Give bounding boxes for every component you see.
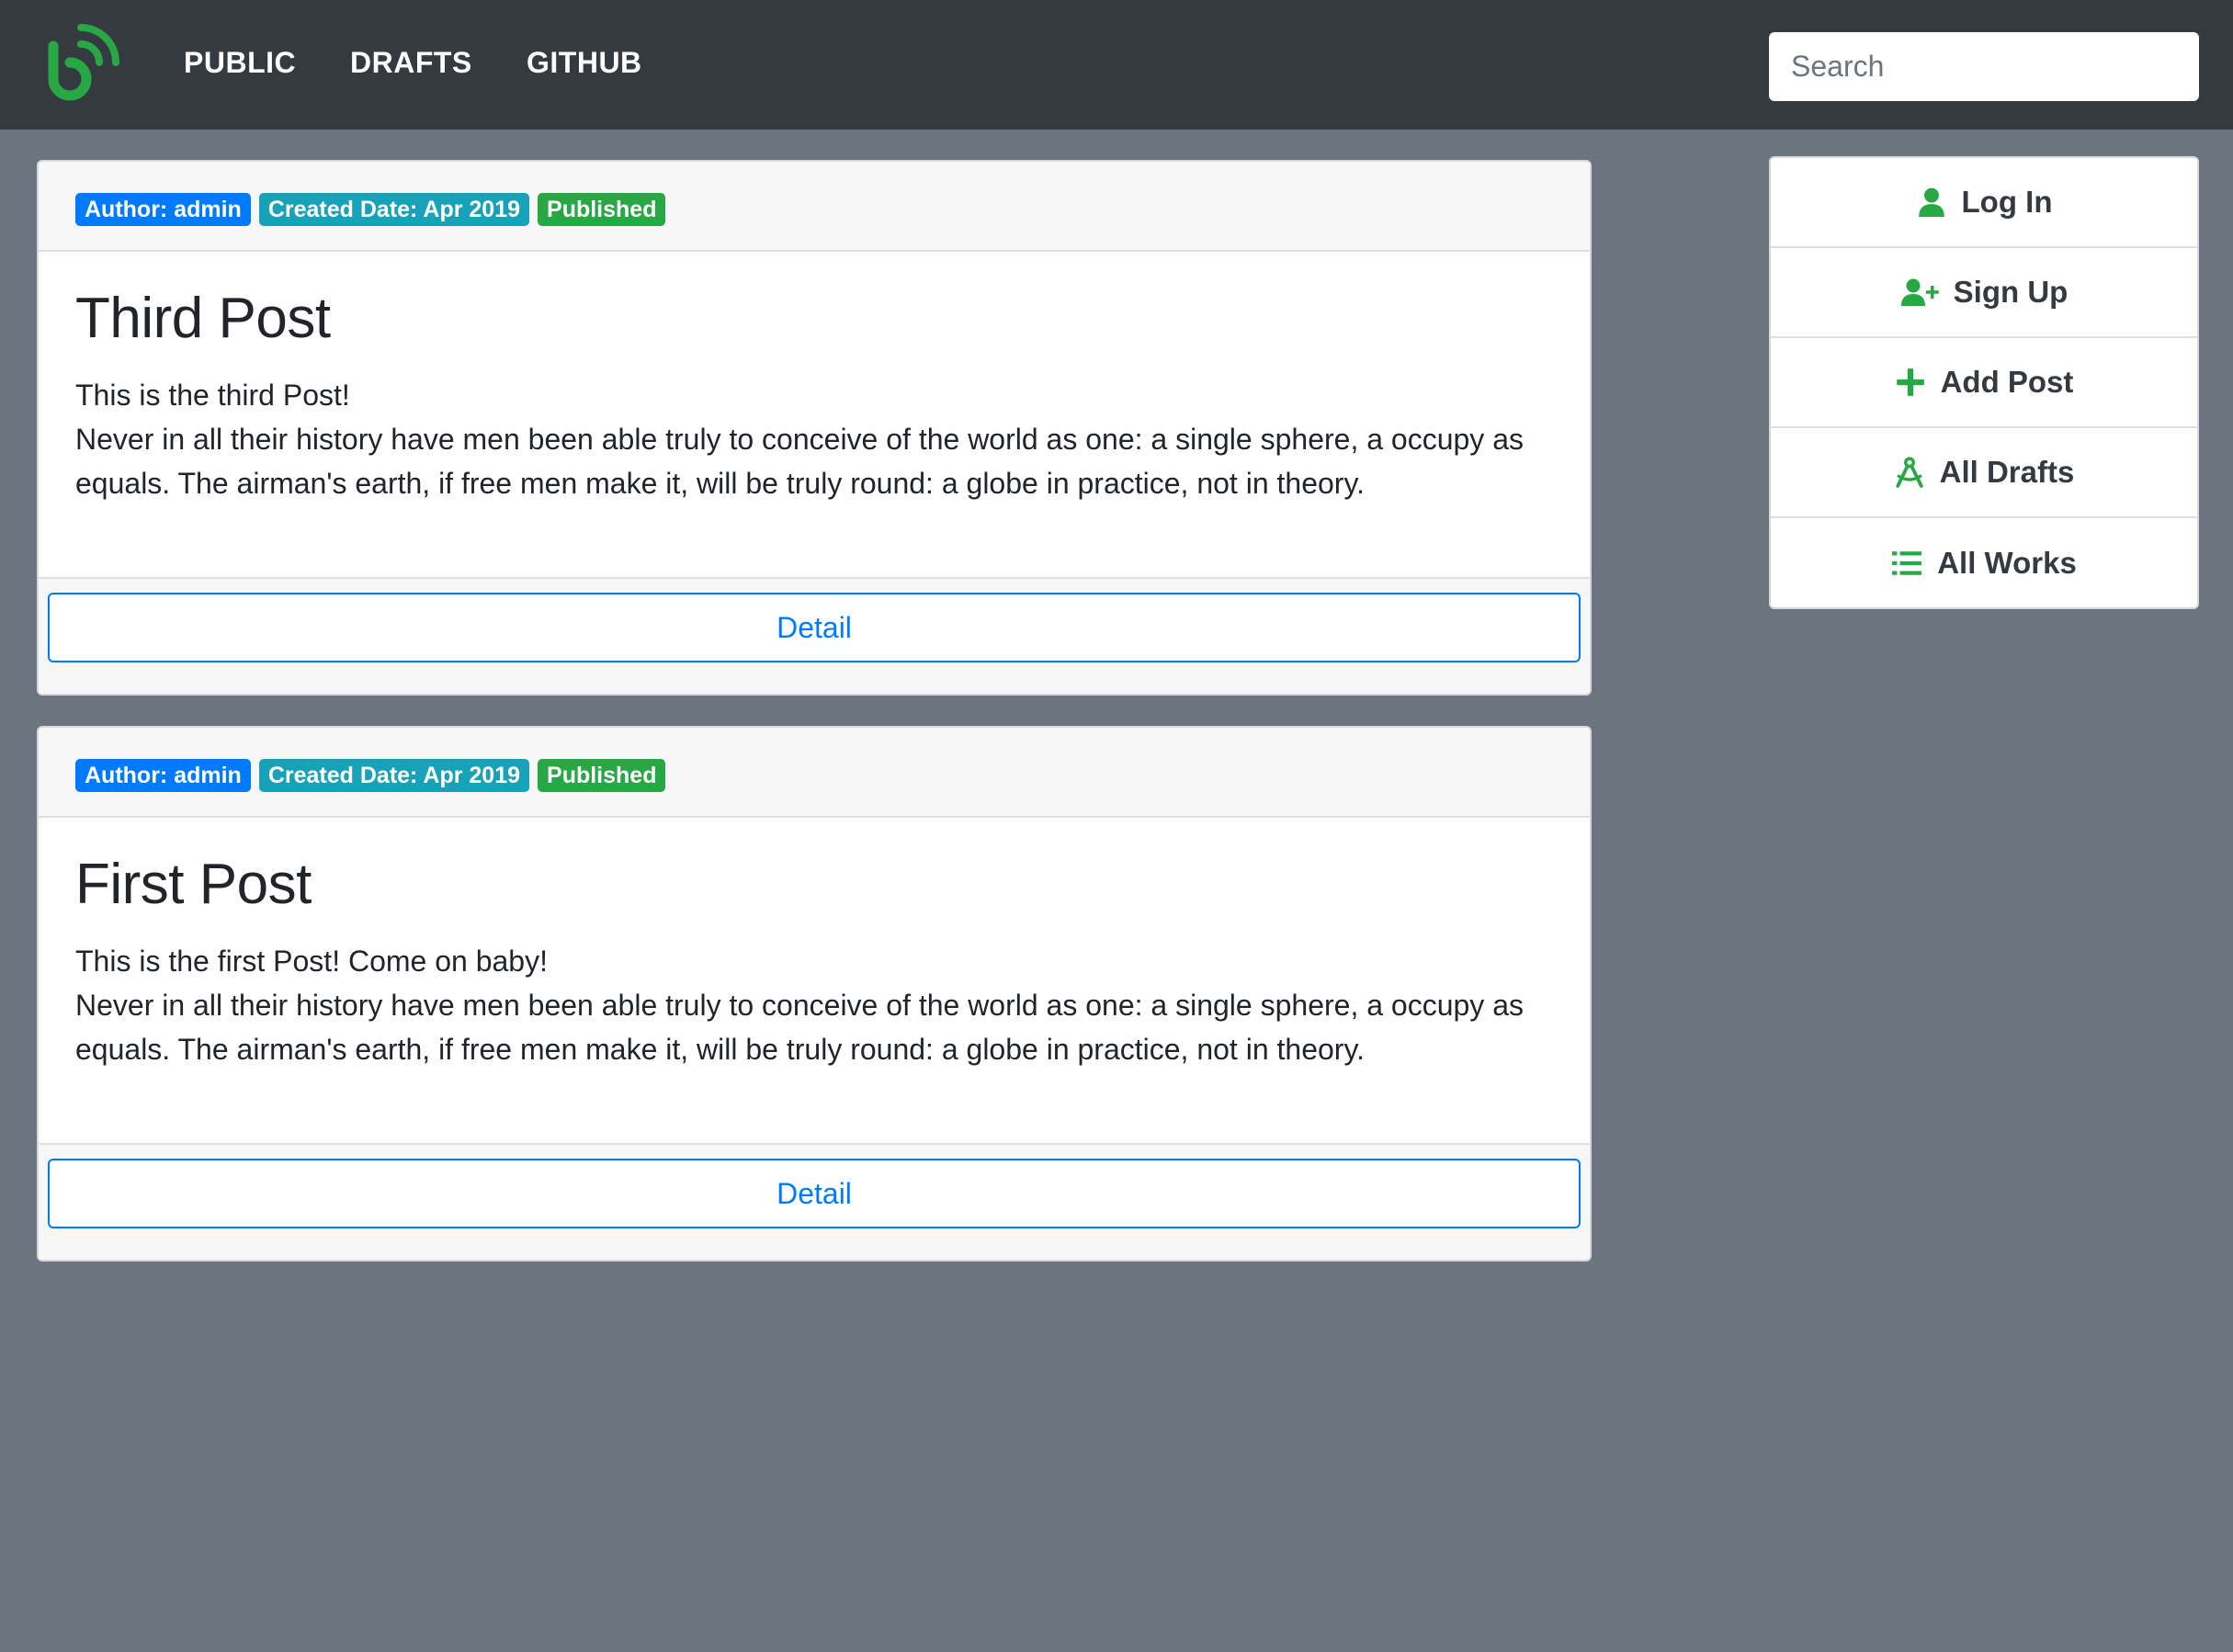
nav-link-public[interactable]: PUBLIC xyxy=(184,46,296,80)
menu-item-label: Sign Up xyxy=(1953,275,2069,309)
post-card-footer: Detail xyxy=(39,1145,1590,1260)
menu-item-all-works[interactable]: All Works xyxy=(1771,518,2197,607)
blog-logo-icon[interactable] xyxy=(48,22,130,105)
created-date-badge: Created Date: Apr 2019 xyxy=(258,193,530,226)
post-card-header: Author: admin Created Date: Apr 2019 Pub… xyxy=(39,728,1590,818)
side-menu: Log In Sign Up Add Post All Drafts All W… xyxy=(1769,156,2199,609)
nav-link-github[interactable]: GITHUB xyxy=(527,46,642,80)
post-text-intro: This is the first Post! Come on baby! xyxy=(75,945,548,978)
post-card: Author: admin Created Date: Apr 2019 Pub… xyxy=(37,726,1592,1262)
menu-item-add-post[interactable]: Add Post xyxy=(1771,338,2197,428)
author-badge: Author: admin xyxy=(75,759,251,792)
created-date-badge: Created Date: Apr 2019 xyxy=(258,759,530,792)
status-badge: Published xyxy=(538,759,666,792)
user-icon xyxy=(1918,187,1944,217)
author-badge: Author: admin xyxy=(75,193,251,226)
menu-item-label: Add Post xyxy=(1940,365,2074,399)
search-bar xyxy=(1769,32,2199,101)
detail-button[interactable]: Detail xyxy=(48,1159,1581,1228)
menu-item-sign-up[interactable]: Sign Up xyxy=(1771,248,2197,338)
menu-item-all-drafts[interactable]: All Drafts xyxy=(1771,428,2197,518)
menu-item-label: All Works xyxy=(1937,546,2077,580)
detail-button[interactable]: Detail xyxy=(48,593,1581,662)
menu-item-label: All Drafts xyxy=(1939,455,2075,489)
post-title: First Post xyxy=(75,853,312,916)
post-card-body: First Post This is the first Post! Come … xyxy=(39,818,1590,1145)
post-text-body: Never in all their history have men been… xyxy=(75,423,1524,500)
user-plus-icon xyxy=(1900,278,1939,306)
post-card: Author: admin Created Date: Apr 2019 Pub… xyxy=(37,160,1592,696)
post-text-body: Never in all their history have men been… xyxy=(75,989,1524,1066)
post-card-header: Author: admin Created Date: Apr 2019 Pub… xyxy=(39,162,1590,252)
post-text-intro: This is the third Post! xyxy=(75,379,350,412)
menu-item-log-in[interactable]: Log In xyxy=(1771,158,2197,248)
plus-icon xyxy=(1896,368,1924,396)
post-title: Third Post xyxy=(75,287,331,350)
status-badge: Published xyxy=(538,193,666,226)
menu-item-label: Log In xyxy=(1961,185,2053,219)
nav-link-drafts[interactable]: DRAFTS xyxy=(350,46,472,80)
top-navbar: PUBLIC DRAFTS GITHUB xyxy=(0,0,2233,130)
drafting-compass-icon xyxy=(1895,457,1923,488)
post-card-body: Third Post This is the third Post! Never… xyxy=(39,252,1590,579)
list-icon xyxy=(1892,551,1922,575)
search-input[interactable] xyxy=(1769,32,2199,101)
post-card-footer: Detail xyxy=(39,579,1590,694)
